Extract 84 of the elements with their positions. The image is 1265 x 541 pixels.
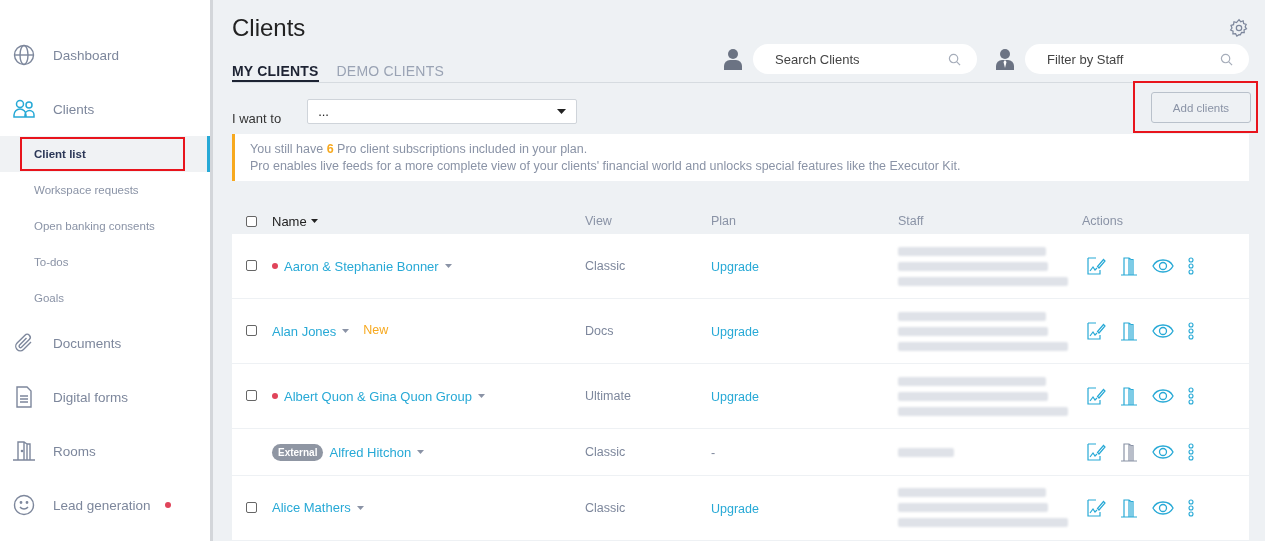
sidebar-subitem[interactable]: Workspace requests: [0, 172, 210, 208]
sidebar-item[interactable]: Rooms: [0, 424, 210, 478]
filter-field[interactable]: Filter by Staff: [1025, 44, 1249, 75]
more-icon[interactable]: [1187, 498, 1195, 517]
globe-icon: [12, 43, 36, 67]
client-name-link[interactable]: Alice Mathers: [272, 500, 351, 516]
sidebar-item[interactable]: Dashboard: [0, 28, 210, 82]
add-clients-button[interactable]: Add clients: [1151, 92, 1251, 124]
eye-icon[interactable]: [1152, 499, 1174, 516]
eye-icon[interactable]: [1152, 388, 1174, 405]
field-label: I want to: [232, 110, 282, 126]
plan-link[interactable]: Upgrade: [711, 325, 759, 340]
signature-icon[interactable]: [1086, 497, 1106, 518]
plan-link[interactable]: Upgrade: [711, 260, 759, 275]
signature-icon[interactable]: [1086, 386, 1106, 407]
search-icon: [948, 53, 961, 67]
settings-icon[interactable]: [1229, 18, 1249, 38]
sidebar-subitem[interactable]: Open banking consents: [0, 208, 210, 244]
signature-icon[interactable]: [1086, 321, 1106, 342]
smiley-icon: [12, 493, 36, 517]
action-select[interactable]: ...: [307, 98, 578, 124]
eye-icon[interactable]: [1152, 444, 1174, 461]
plan-link[interactable]: Upgrade: [711, 390, 759, 405]
signature-icon[interactable]: [1086, 442, 1106, 463]
door-icon[interactable]: [1119, 497, 1139, 518]
page-title: Clients: [232, 14, 306, 42]
caret-icon: [557, 108, 567, 114]
table-cell-text: Docs: [585, 324, 615, 339]
more-icon[interactable]: [1187, 387, 1195, 406]
notice-text: Pro enables live feeds for a more complete view of your clients' financial world and unlocks special features like the Executor Kit.: [250, 159, 962, 174]
table-cell-text: Classic: [585, 500, 627, 515]
sidebar-subitem[interactable]: Client list: [0, 136, 210, 172]
caret-icon[interactable]: [477, 394, 485, 399]
tab[interactable]: MY CLIENTS: [232, 63, 319, 83]
eye-icon[interactable]: [1152, 323, 1174, 340]
more-icon[interactable]: [1187, 257, 1195, 276]
client-name-link[interactable]: Aaron & Stephanie Bonner: [284, 258, 439, 274]
search-field[interactable]: Search Clients: [753, 44, 977, 75]
table-cell-text: Classic: [585, 445, 627, 460]
select-all-checkbox[interactable]: [246, 215, 257, 227]
signature-icon[interactable]: [1086, 256, 1106, 277]
client-name-link[interactable]: Alfred Hitchon: [329, 444, 412, 460]
client-name-link[interactable]: Alan Jones: [272, 323, 337, 339]
sidebar-item[interactable]: Documents: [0, 316, 210, 370]
sidebar-subitem[interactable]: To-dos: [0, 244, 210, 280]
sidebar-subitem[interactable]: Goals: [0, 280, 210, 316]
client-name-link[interactable]: Albert Quon & Gina Quon Group: [284, 388, 472, 404]
door-icon[interactable]: [1119, 442, 1139, 463]
door-icon[interactable]: [1119, 256, 1139, 277]
external-badge: External: [272, 443, 324, 461]
row-checkbox[interactable]: [246, 390, 257, 402]
table-cell-text: Ultimate: [585, 389, 632, 404]
person-tie-icon: [995, 48, 1015, 71]
caret-icon[interactable]: [356, 505, 364, 510]
people-icon: [12, 97, 36, 121]
caret-icon[interactable]: [342, 329, 350, 334]
column-header: Actions: [1082, 214, 1124, 229]
more-icon[interactable]: [1187, 322, 1195, 341]
sort-icon: [310, 219, 318, 224]
row-checkbox[interactable]: [246, 325, 257, 337]
caret-icon[interactable]: [417, 450, 425, 455]
new-tag: New: [363, 322, 389, 337]
column-header: Plan: [711, 214, 738, 229]
eye-icon[interactable]: [1152, 258, 1174, 275]
person-icon: [723, 48, 743, 71]
caret-icon[interactable]: [444, 264, 452, 269]
row-checkbox[interactable]: [246, 260, 257, 272]
door-icon[interactable]: [1119, 321, 1139, 342]
column-header[interactable]: Name: [272, 213, 585, 229]
table-cell-text: Classic: [585, 259, 627, 274]
search-icon: [1220, 53, 1233, 67]
more-icon[interactable]: [1187, 443, 1195, 462]
column-header: Staff: [898, 214, 925, 229]
notice-text: You still have 6 Pro client subscriptions included in your plan.: [250, 142, 589, 157]
door-icon[interactable]: [1119, 386, 1139, 407]
door-icon: [12, 439, 36, 463]
plan-link[interactable]: -: [711, 446, 716, 461]
row-checkbox[interactable]: [246, 501, 257, 513]
sidebar-item[interactable]: Lead generation: [0, 478, 210, 532]
plan-link[interactable]: Upgrade: [711, 501, 759, 516]
sidebar-item[interactable]: Clients: [0, 82, 210, 136]
tab[interactable]: DEMO CLIENTS: [336, 63, 444, 83]
sidebar-item[interactable]: Digital forms: [0, 370, 210, 424]
column-header: View: [585, 214, 613, 229]
